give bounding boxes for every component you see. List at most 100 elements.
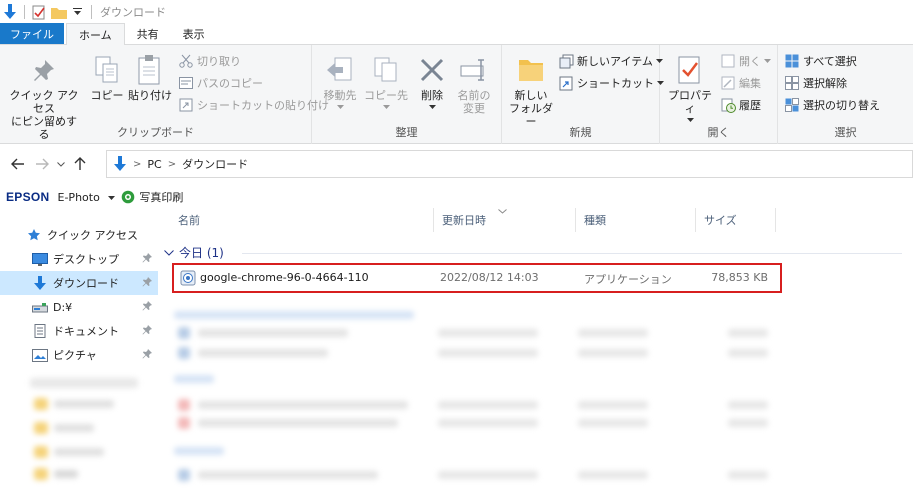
pin-icon[interactable]: [142, 277, 152, 290]
nav-item-desktop-label: デスクトップ: [53, 253, 119, 266]
collapse-chevron-icon: [164, 249, 174, 256]
new-group-label: 新規: [569, 126, 592, 139]
pin-icon[interactable]: [142, 253, 152, 266]
new-item-button[interactable]: 新しいアイテム: [558, 51, 663, 71]
properties-check-icon: [674, 53, 706, 87]
invert-selection-icon: [784, 97, 800, 113]
nav-quick-access-label: クイック アクセス: [47, 229, 138, 242]
breadcrumb-separator-icon[interactable]: >: [168, 159, 176, 170]
customize-dropdown-icon[interactable]: [69, 4, 85, 20]
tab-view[interactable]: 表示: [171, 23, 217, 44]
e-photo-menu[interactable]: E-Photo: [58, 191, 116, 204]
copy-to-button[interactable]: コピー先: [364, 53, 408, 109]
up-button[interactable]: [68, 152, 92, 176]
new-folder-label-line1: 新しい: [514, 89, 548, 102]
new-folder-button[interactable]: 新しい フォルダー: [506, 53, 556, 128]
breadcrumb-pc[interactable]: PC: [147, 158, 161, 171]
clipboard-icon: [134, 53, 166, 87]
drive-icon: [32, 299, 48, 315]
easy-access-button[interactable]: ショートカット: [558, 73, 664, 93]
group-divider: [242, 253, 902, 254]
paste-button[interactable]: 貼り付け: [128, 53, 172, 102]
select-all-button[interactable]: すべて選択: [784, 51, 857, 71]
photo-print-icon: [122, 190, 135, 204]
nav-item-desktop[interactable]: デスクトップ: [0, 247, 158, 271]
invert-selection-button[interactable]: 選択の切り替え: [784, 95, 880, 115]
file-list: 名前 更新日時 種類 サイズ 今日 (1) google-chrome-96-0…: [158, 208, 913, 493]
recent-locations-button[interactable]: [54, 152, 68, 176]
nav-item-pictures[interactable]: ピクチャ: [0, 343, 158, 367]
chevron-down-icon: [57, 161, 65, 167]
clipboard-group-label: クリップボード: [117, 126, 194, 139]
star-icon: [26, 227, 42, 243]
copy-button[interactable]: コピー: [88, 53, 126, 102]
delete-x-icon: [416, 53, 448, 87]
photo-print-label: 写真印刷: [139, 191, 184, 204]
paste-shortcut-button[interactable]: ショートカットの貼り付け: [178, 95, 329, 115]
photo-print-button[interactable]: 写真印刷: [121, 189, 183, 205]
rename-label-line2: 変更: [463, 102, 485, 115]
epson-logo: EPSON: [6, 190, 50, 204]
nav-item-documents[interactable]: ドキュメント: [0, 319, 158, 343]
paste-label: 貼り付け: [128, 89, 172, 102]
easy-access-label: ショートカット: [577, 77, 654, 90]
dropdown-arrow-icon: [108, 195, 116, 200]
dropdown-arrow-icon: [686, 118, 694, 122]
tab-home[interactable]: ホーム: [66, 23, 125, 45]
invert-selection-label: 選択の切り替え: [803, 99, 880, 112]
history-clock-icon: [720, 97, 736, 113]
breadcrumb-separator-icon[interactable]: >: [133, 159, 141, 170]
nav-quick-access[interactable]: クイック アクセス: [0, 223, 158, 247]
nav-item-downloads[interactable]: ダウンロード: [0, 271, 158, 295]
blurred-nav-items: [0, 368, 158, 493]
desktop-icon: [32, 251, 48, 267]
back-button[interactable]: [6, 152, 30, 176]
pin-icon[interactable]: [142, 301, 152, 314]
address-bar[interactable]: > PC > ダウンロード: [106, 150, 913, 178]
properties-label: プロパティ: [668, 89, 712, 115]
pin-label-line1: クイック アクセス: [9, 89, 79, 115]
file-type: アプリケーション: [584, 273, 672, 286]
history-label: 履歴: [739, 99, 761, 112]
title-bar: ダウンロード: [0, 0, 913, 24]
properties-icon[interactable]: [31, 4, 47, 20]
rename-button[interactable]: 名前の 変更: [452, 53, 496, 115]
column-header-size[interactable]: サイズ: [696, 208, 776, 232]
navigation-pane: クイック アクセス デスクトップ ダウンロード D:¥ ドキュメント ピクチャ: [0, 208, 158, 493]
clipboard-group: クイック アクセス にピン留めする コピー 貼り付け 切り取り パスのコピー シ…: [0, 45, 329, 144]
divider: [91, 5, 92, 19]
tab-share[interactable]: 共有: [125, 23, 171, 44]
column-header-type[interactable]: 種類: [576, 208, 696, 232]
select-group: すべて選択 選択解除 選択の切り替え 選択: [778, 45, 913, 144]
installer-icon: [180, 270, 196, 289]
delete-label: 削除: [421, 89, 443, 102]
nav-item-downloads-label: ダウンロード: [53, 277, 119, 290]
move-to-icon: [324, 53, 356, 87]
copy-path-button[interactable]: パスのコピー: [178, 73, 263, 93]
nav-item-drive-d[interactable]: D:¥: [0, 295, 158, 319]
cut-button[interactable]: 切り取り: [178, 51, 241, 71]
history-button[interactable]: 履歴: [720, 95, 761, 115]
group-header-today[interactable]: 今日 (1): [164, 244, 224, 261]
file-row[interactable]: google-chrome-96-0-4664-110 2022/08/12 1…: [172, 263, 782, 293]
rename-icon: [458, 53, 490, 87]
move-to-button[interactable]: 移動先: [318, 53, 362, 109]
pin-icon[interactable]: [142, 325, 152, 338]
download-arrow-icon: [114, 156, 126, 171]
breadcrumb-downloads[interactable]: ダウンロード: [182, 156, 248, 172]
select-none-button[interactable]: 選択解除: [784, 73, 847, 93]
column-header-name[interactable]: 名前: [170, 208, 434, 232]
pin-icon[interactable]: [142, 349, 152, 362]
copy-to-label: コピー先: [364, 89, 408, 102]
organize-group: 移動先 コピー先 削除 名前の 変更 整理: [312, 45, 502, 144]
pictures-icon: [32, 347, 48, 363]
delete-button[interactable]: 削除: [412, 53, 452, 109]
column-header-date[interactable]: 更新日時: [434, 208, 576, 232]
forward-button[interactable]: [30, 152, 54, 176]
properties-button[interactable]: プロパティ: [664, 53, 716, 122]
open-button[interactable]: 開く: [720, 51, 771, 71]
new-folder-icon[interactable]: [51, 4, 67, 20]
copy-to-icon: [370, 53, 402, 87]
tab-file[interactable]: ファイル: [0, 23, 64, 44]
edit-button[interactable]: 編集: [720, 73, 761, 93]
